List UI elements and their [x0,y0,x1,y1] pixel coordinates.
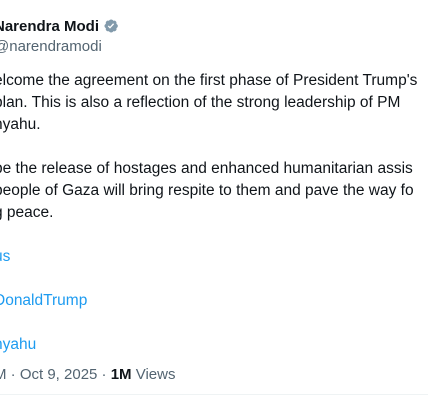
tweet-header: Narendra Modi @narendramodi [0,16,119,56]
tweet-meta: M · Oct 9, 2025 · 1M Views [0,366,175,383]
tweet-text-line: people of Gaza will bring respite to the… [0,182,414,199]
tweet-timestamp[interactable]: M · Oct 9, 2025 · [0,366,111,383]
mention-link[interactable]: nyahu [0,334,428,356]
divider [0,394,428,395]
tweet-text-line: pe the release of hostages and enhanced … [0,160,413,177]
tweet-text-line: plan. This is also a reflection of the s… [0,94,401,111]
author-name-row: Narendra Modi [0,16,119,36]
tweet: Narendra Modi @narendramodi elcome the a… [0,0,428,400]
tweet-text-line: g peace. [0,204,54,221]
mention-link-donaldtrump[interactable]: DonaldTrump [0,290,428,312]
views-count: 1M [110,366,132,383]
author-handle[interactable]: @narendramodi [0,38,119,55]
tweet-text-line: nyahu. [0,116,41,133]
tweet-text-line: elcome the agreement on the first phase … [0,72,418,89]
verified-badge-icon [103,18,119,34]
views-label: Views [131,366,176,383]
tweet-text: elcome the agreement on the first phase … [0,70,428,356]
author-display-name[interactable]: Narendra Modi [0,18,99,35]
mention-link[interactable]: us [0,246,428,268]
